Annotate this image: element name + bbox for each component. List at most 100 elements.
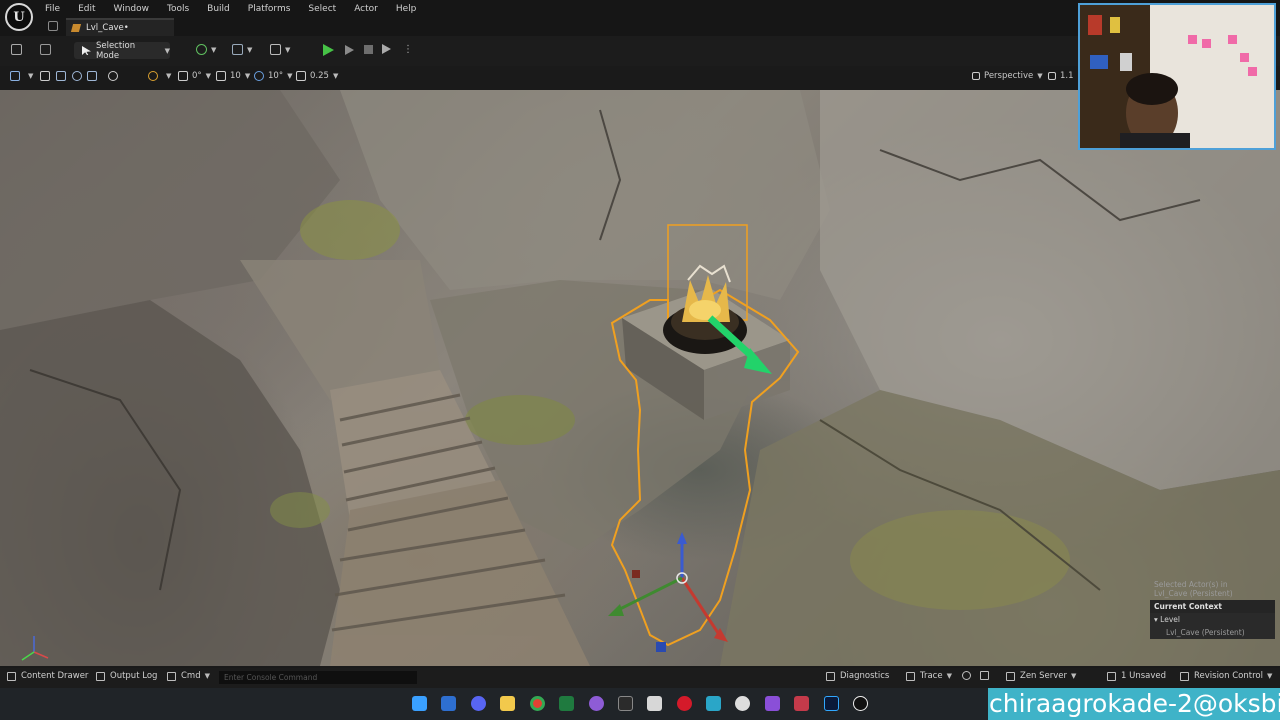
cmd-icon	[167, 671, 176, 681]
trace-dropdown[interactable]: Trace ▼	[906, 671, 952, 681]
diagnostics-label: Diagnostics	[840, 671, 890, 681]
scale-snap-button[interactable]: 0.25 ▼	[296, 71, 338, 81]
current-context-header[interactable]: Current Context	[1150, 600, 1275, 613]
selected-actors-level: Lvl_Cave (Persistent)	[1154, 589, 1233, 598]
photos-icon[interactable]	[706, 696, 721, 711]
chrome-icon[interactable]	[530, 696, 545, 711]
select-tool-icon[interactable]	[40, 71, 54, 81]
snapshot-icon[interactable]	[980, 671, 994, 680]
play-button[interactable]	[323, 43, 337, 57]
camera-speed-value: 1.1	[1060, 71, 1074, 81]
selection-mode-dropdown[interactable]: Selection Mode ▼	[74, 40, 170, 61]
outliner-level-name-row[interactable]: Lvl_Cave (Persistent)	[1150, 626, 1275, 639]
content-browser-icon[interactable]	[40, 44, 51, 55]
rotation-snap-value: 0°	[192, 71, 202, 81]
unsaved-icon	[1107, 671, 1116, 681]
excel-icon[interactable]	[559, 696, 574, 711]
blueprint-icon[interactable]: ▼	[232, 44, 252, 55]
snipping-icon[interactable]	[647, 696, 662, 711]
record-icon[interactable]	[962, 671, 976, 680]
content-drawer-label: Content Drawer	[21, 671, 89, 681]
webcam-person-body	[1120, 133, 1190, 148]
content-drawer-button[interactable]: Content Drawer	[7, 671, 88, 681]
webcam-sticky-note	[1240, 53, 1249, 62]
cursor-icon	[82, 46, 91, 55]
console-input[interactable]: Enter Console Command	[219, 671, 417, 684]
file-explorer-icon[interactable]	[500, 696, 515, 711]
photoshop-icon[interactable]	[824, 696, 839, 711]
obs-icon[interactable]	[735, 696, 750, 711]
skip-icon[interactable]	[345, 45, 354, 55]
menu-select[interactable]: Select	[308, 0, 345, 18]
unreal-logo-icon[interactable]: U	[5, 3, 33, 31]
surface-snap-button[interactable]: ▼	[148, 71, 171, 81]
grid-snap-button[interactable]: 0° ▼	[178, 71, 211, 81]
menu-edit[interactable]: Edit	[78, 0, 104, 18]
stop-icon[interactable]	[364, 45, 373, 54]
home-icon[interactable]	[48, 21, 58, 31]
more-options-icon[interactable]: ⋮	[403, 44, 413, 55]
webcam-shelf-item	[1088, 15, 1102, 35]
menu-file[interactable]: File	[45, 0, 69, 18]
eject-icon[interactable]	[382, 44, 391, 54]
cmd-dropdown[interactable]: Cmd ▼	[167, 671, 210, 681]
cinematics-icon[interactable]: ▼	[270, 44, 290, 55]
add-actor-icon[interactable]: ▼	[196, 44, 216, 55]
world-space-icon[interactable]	[108, 71, 122, 81]
play-icon	[323, 44, 334, 56]
rotate-tool-icon[interactable]	[72, 71, 86, 81]
outlook-icon[interactable]	[441, 696, 456, 711]
output-log-button[interactable]: Output Log	[96, 671, 157, 681]
webcam-person-hair	[1126, 73, 1178, 105]
grid-size-value: 10	[230, 71, 241, 81]
camera-speed-button[interactable]: 1.1	[1048, 71, 1074, 81]
unreal-engine-icon[interactable]	[853, 696, 868, 711]
menu-platforms[interactable]: Platforms	[248, 0, 300, 18]
menu-window[interactable]: Window	[114, 0, 159, 18]
menu-help[interactable]: Help	[396, 0, 426, 18]
trace-icon	[906, 671, 915, 681]
scale-snap-value: 0.25	[310, 71, 329, 81]
selection-mode-label: Selection Mode	[95, 40, 136, 61]
discord-icon[interactable]	[471, 696, 486, 711]
upi-watermark: chiraagrokade-2@oksbi	[988, 688, 1280, 720]
revision-control-dropdown[interactable]: Revision Control ▼	[1180, 671, 1272, 681]
grid-size-button[interactable]: 10 ▼	[216, 71, 250, 81]
moss-patch	[850, 510, 1070, 610]
diagnostics-button[interactable]: Diagnostics	[826, 671, 889, 681]
current-context-label: Current Context	[1154, 602, 1222, 611]
menu-tools[interactable]: Tools	[167, 0, 198, 18]
windows-start-icon[interactable]	[412, 696, 427, 711]
scale-tool-icon[interactable]	[87, 71, 101, 81]
davinci-icon[interactable]	[794, 696, 809, 711]
view-mode-dropdown[interactable]: Perspective ▼	[972, 71, 1043, 81]
webcam-shelf-item	[1120, 53, 1132, 71]
move-tool-icon[interactable]	[56, 71, 70, 81]
viewport-menu-icon[interactable]: ▼	[10, 71, 33, 81]
menu-build[interactable]: Build	[207, 0, 239, 18]
main-menu: File Edit Window Tools Build Platforms S…	[45, 0, 434, 18]
revision-control-label: Revision Control	[1194, 671, 1263, 681]
github-icon[interactable]	[589, 696, 604, 711]
menu-actor[interactable]: Actor	[354, 0, 387, 18]
angle-snap-button[interactable]: 10° ▼	[254, 71, 292, 81]
opera-icon[interactable]	[677, 696, 692, 711]
tab-level[interactable]: Lvl_Cave•	[66, 18, 174, 36]
trace-label: Trace	[920, 671, 943, 681]
level-viewport[interactable]	[0, 90, 1280, 666]
output-log-icon	[96, 671, 105, 681]
output-log-label: Output Log	[110, 671, 158, 681]
view-mode-label: Perspective	[984, 71, 1034, 81]
webcam-shelf-item	[1110, 17, 1120, 33]
outliner-level-row[interactable]: ▾ Level	[1150, 613, 1275, 626]
webcam-sticky-note	[1228, 35, 1237, 44]
unsaved-button[interactable]: 1 Unsaved	[1107, 671, 1166, 681]
outliner-level-name: Lvl_Cave (Persistent)	[1166, 628, 1245, 637]
outliner-overlay: Selected Actor(s) in Lvl_Cave (Persisten…	[1150, 578, 1275, 653]
level-icon	[70, 24, 82, 32]
terminal-icon[interactable]	[618, 696, 633, 711]
zen-server-dropdown[interactable]: Zen Server ▼	[1006, 671, 1076, 681]
webcam-sticky-note	[1248, 67, 1257, 76]
visual-studio-icon[interactable]	[765, 696, 780, 711]
save-icon[interactable]	[11, 44, 22, 55]
